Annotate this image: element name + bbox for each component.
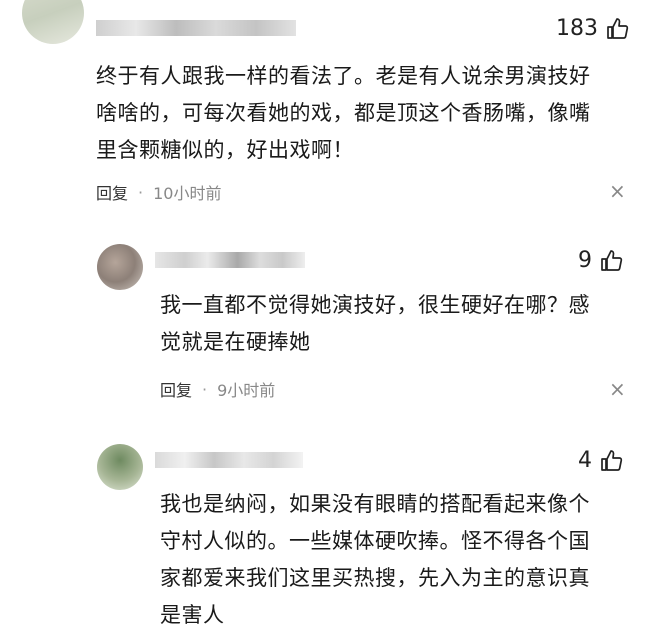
comment-text: 终于有人跟我一样的看法了。老是有人说余男演技好 啥啥的，可每次看她的戏，都是顶这… bbox=[96, 58, 591, 169]
comment-line: 我一直都不觉得她演技好，很生硬好在哪？感 bbox=[160, 293, 590, 317]
avatar[interactable] bbox=[22, 0, 84, 44]
username-blurred[interactable] bbox=[155, 452, 303, 468]
comment-meta: 回复 · 10小时前 bbox=[96, 180, 221, 204]
comment-line: 守村人似的。一些媒体硬吹捧。怪不得各个国 bbox=[160, 529, 590, 553]
reply-button[interactable]: 回复 bbox=[160, 377, 192, 401]
comment-line: 啥啥的，可每次看她的戏，都是顶这个香肠嘴，像嘴 bbox=[96, 101, 591, 125]
comment-line: 是害人 bbox=[160, 603, 225, 627]
comment-line: 家都爱来我们这里买热搜，先入为主的意识真 bbox=[160, 566, 590, 590]
comment-line: 我也是纳闷，如果没有眼睛的搭配看起来像个 bbox=[160, 492, 590, 516]
thumbs-up-icon[interactable] bbox=[600, 249, 624, 273]
comment-text: 我一直都不觉得她演技好，很生硬好在哪？感 觉就是在硬捧她 bbox=[160, 287, 590, 361]
timestamp: 9小时前 bbox=[217, 381, 276, 400]
separator-dot: · bbox=[202, 379, 208, 399]
like-count[interactable]: 9 bbox=[578, 248, 624, 273]
username-blurred[interactable] bbox=[96, 20, 296, 36]
thumbs-up-icon[interactable] bbox=[606, 17, 630, 41]
like-count-value: 9 bbox=[578, 248, 592, 273]
timestamp: 10小时前 bbox=[153, 184, 222, 203]
comment-line: 觉就是在硬捧她 bbox=[160, 330, 311, 354]
username-blurred[interactable] bbox=[155, 252, 305, 268]
reply-button[interactable]: 回复 bbox=[96, 180, 128, 204]
avatar[interactable] bbox=[97, 244, 143, 290]
like-count-value: 183 bbox=[556, 16, 598, 41]
comment-meta: 回复 · 9小时前 bbox=[160, 377, 275, 401]
close-icon[interactable]: × bbox=[609, 377, 626, 401]
like-count[interactable]: 4 bbox=[578, 448, 624, 473]
avatar[interactable] bbox=[97, 444, 143, 490]
thumbs-up-icon[interactable] bbox=[600, 449, 624, 473]
comment-line: 里含颗糖似的，好出戏啊！ bbox=[96, 138, 354, 162]
separator-dot: · bbox=[138, 182, 144, 202]
comment-text: 我也是纳闷，如果没有眼睛的搭配看起来像个 守村人似的。一些媒体硬吹捧。怪不得各个… bbox=[160, 486, 590, 634]
like-count-value: 4 bbox=[578, 448, 592, 473]
comment-line: 终于有人跟我一样的看法了。老是有人说余男演技好 bbox=[96, 64, 591, 88]
like-count[interactable]: 183 bbox=[556, 16, 630, 41]
close-icon[interactable]: × bbox=[609, 179, 626, 203]
